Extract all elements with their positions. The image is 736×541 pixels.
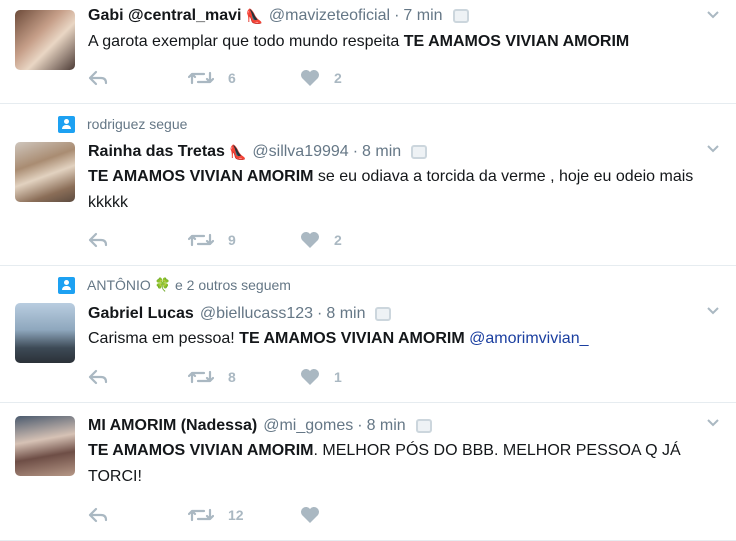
chevron-down-icon[interactable]	[706, 304, 720, 318]
high-heel-emoji: 👠	[245, 7, 263, 24]
mention-link[interactable]: @amorimvivian_	[465, 330, 588, 347]
username[interactable]: @biellucass123	[200, 305, 313, 323]
person-icon	[58, 276, 75, 294]
retweet-count: 12	[228, 507, 244, 523]
retweet-icon	[188, 71, 214, 85]
separator-dot: ·	[317, 305, 323, 322]
display-name[interactable]: Gabi @central_mavi	[88, 7, 241, 25]
avatar[interactable]	[15, 303, 75, 363]
like-button[interactable]: 2	[300, 231, 400, 249]
retweet-button[interactable]: 8	[188, 368, 300, 386]
avatar[interactable]	[15, 416, 75, 476]
separator-dot: ·	[357, 417, 363, 434]
badge-icon	[375, 307, 392, 321]
social-context: rodriguez segue	[58, 115, 187, 133]
tweet-text-plain: A garota exemplar que todo mundo respeit…	[88, 33, 404, 50]
tweet-text: TE AMAMOS VIVIAN AMORIM. MELHOR PÓS DO B…	[88, 438, 718, 490]
retweet-button[interactable]: 6	[188, 69, 300, 87]
display-name[interactable]: Rainha das Tretas	[88, 143, 225, 161]
timestamp[interactable]: 7 min	[403, 7, 442, 25]
chevron-down-icon[interactable]	[706, 8, 720, 22]
display-name[interactable]: MI AMORIM (Nadessa)	[88, 417, 257, 435]
timestamp[interactable]: 8 min	[326, 305, 365, 323]
person-icon	[58, 115, 75, 133]
reply-button[interactable]	[88, 507, 188, 523]
reply-icon	[88, 70, 108, 86]
tweet-actions: 9 2	[88, 230, 400, 250]
like-button[interactable]: 2	[300, 69, 400, 87]
heart-icon	[301, 232, 319, 248]
reply-icon	[88, 369, 108, 385]
separator-dot: ·	[352, 143, 359, 160]
retweet-button[interactable]: 12	[188, 506, 300, 524]
heart-icon	[301, 507, 319, 523]
tweet-actions: 8 1	[88, 367, 400, 387]
tweet[interactable]: Gabi @central_mavi 👠 @mavizeteoficial · …	[0, 0, 736, 104]
social-context-name[interactable]: ANTÔNIO	[87, 277, 151, 293]
retweet-icon	[188, 508, 214, 522]
reply-button[interactable]	[88, 369, 188, 385]
username[interactable]: @sillva19994	[252, 143, 348, 161]
like-count: 2	[334, 232, 342, 248]
social-context-text[interactable]: e 2 outros seguem	[175, 277, 291, 293]
clover-emoji: 🍀	[154, 277, 171, 292]
like-button[interactable]	[300, 506, 400, 524]
tweet[interactable]: MI AMORIM (Nadessa) @mi_gomes · 8 min TE…	[0, 403, 736, 541]
reply-icon	[88, 507, 108, 523]
social-context-text[interactable]: rodriguez segue	[87, 116, 187, 132]
tweet[interactable]: ANTÔNIO 🍀 e 2 outros seguem Gabriel Luca…	[0, 266, 736, 403]
like-count: 1	[334, 369, 342, 385]
chevron-down-icon[interactable]	[706, 416, 720, 430]
reply-button[interactable]	[88, 70, 188, 86]
timestamp[interactable]: 8 min	[362, 143, 401, 161]
tweet-text: A garota exemplar que todo mundo respeit…	[88, 29, 718, 55]
avatar[interactable]	[15, 10, 75, 70]
tweet-text-bold: TE AMAMOS VIVIAN AMORIM	[88, 442, 314, 459]
username[interactable]: @mavizeteoficial	[269, 7, 390, 25]
tweet-header: Gabriel Lucas @biellucass123 · 8 min	[88, 303, 392, 325]
retweet-count: 6	[228, 70, 236, 86]
high-heel-emoji: 👠	[228, 143, 247, 160]
social-context: ANTÔNIO 🍀 e 2 outros seguem	[58, 276, 291, 294]
separator-dot: ·	[394, 7, 400, 24]
tweet-text-bold: TE AMAMOS VIVIAN AMORIM	[88, 168, 314, 185]
like-count: 2	[334, 70, 342, 86]
tweet-text: Carisma em pessoa! TE AMAMOS VIVIAN AMOR…	[88, 326, 718, 352]
retweet-icon	[188, 233, 214, 247]
tweet-actions: 6 2	[88, 68, 400, 88]
display-name[interactable]: Gabriel Lucas	[88, 305, 194, 323]
reply-button[interactable]	[88, 232, 188, 248]
retweet-icon	[188, 370, 214, 384]
username[interactable]: @mi_gomes	[263, 417, 353, 435]
badge-icon	[452, 9, 469, 23]
avatar[interactable]	[15, 142, 75, 202]
badge-icon	[415, 419, 432, 433]
retweet-button[interactable]: 9	[188, 231, 300, 249]
like-button[interactable]: 1	[300, 368, 400, 386]
tweet-text-bold: TE AMAMOS VIVIAN AMORIM	[239, 330, 465, 347]
retweet-count: 8	[228, 369, 236, 385]
chevron-down-icon[interactable]	[706, 142, 720, 156]
tweet-actions: 12	[88, 505, 400, 525]
tweet-header: Rainha das Tretas 👠 @sillva19994 · 8 min	[88, 141, 428, 163]
tweet-text: TE AMAMOS VIVIAN AMORIM se eu odiava a t…	[88, 164, 718, 216]
heart-icon	[301, 369, 319, 385]
tweet-text-plain: Carisma em pessoa!	[88, 330, 240, 347]
badge-icon	[411, 145, 428, 159]
timestamp[interactable]: 8 min	[367, 417, 406, 435]
retweet-count: 9	[228, 232, 236, 248]
heart-icon	[301, 70, 319, 86]
tweet-header: MI AMORIM (Nadessa) @mi_gomes · 8 min	[88, 415, 432, 437]
tweet[interactable]: rodriguez segue Rainha das Tretas 👠 @sil…	[0, 104, 736, 266]
reply-icon	[88, 232, 108, 248]
tweet-text-bold: TE AMAMOS VIVIAN AMORIM	[403, 33, 630, 50]
tweet-header: Gabi @central_mavi 👠 @mavizeteoficial · …	[88, 5, 469, 27]
